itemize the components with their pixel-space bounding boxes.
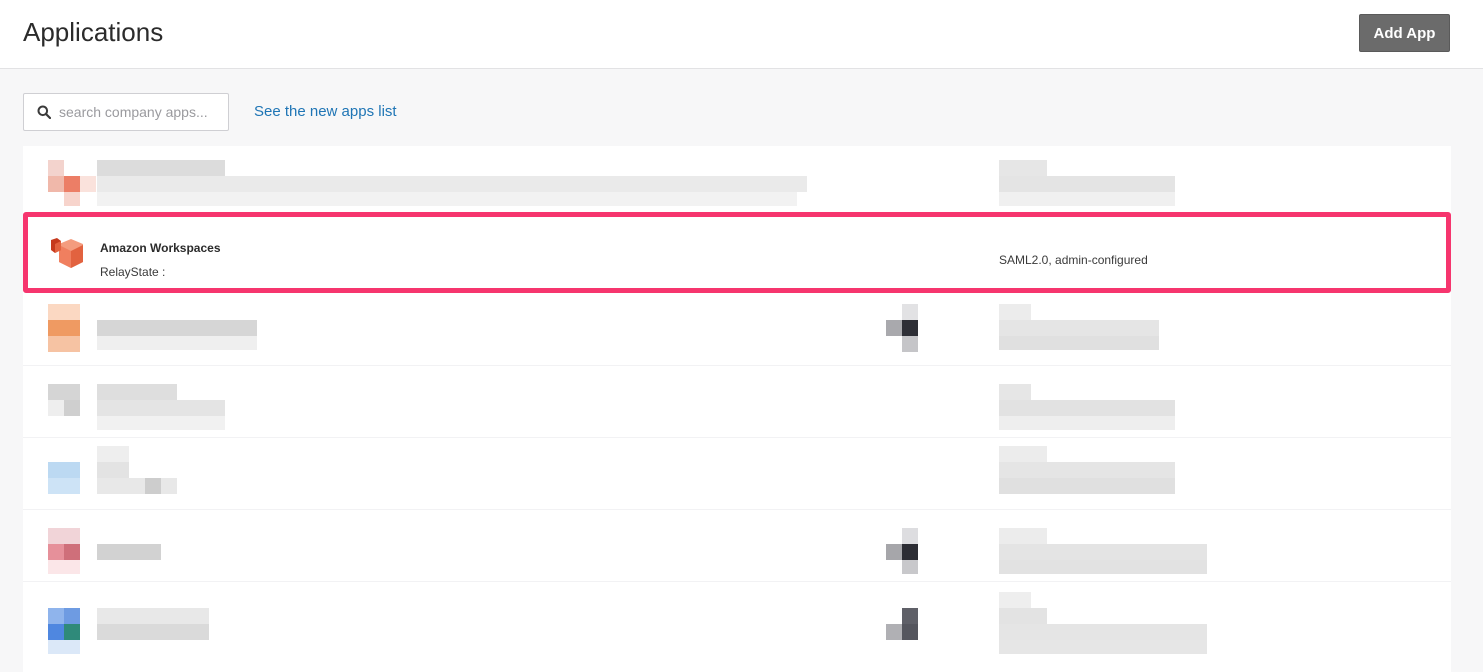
add-app-button[interactable]: Add App	[1359, 14, 1450, 52]
app-sign-on-type: SAML2.0, admin-configured	[999, 253, 1148, 267]
list-item[interactable]	[23, 582, 1451, 654]
search-input[interactable]	[59, 104, 219, 120]
search-box[interactable]	[23, 93, 229, 131]
search-icon	[37, 105, 51, 119]
page-title: Applications	[23, 17, 164, 47]
list-item[interactable]	[23, 146, 1451, 218]
page-header: Applications Add App	[0, 0, 1483, 69]
list-item[interactable]	[23, 438, 1451, 510]
amazon-workspaces-icon	[51, 238, 83, 268]
list-item[interactable]	[23, 294, 1451, 366]
list-item[interactable]	[23, 510, 1451, 582]
app-name: Amazon Workspaces	[100, 241, 221, 255]
new-apps-list-link[interactable]: See the new apps list	[254, 103, 397, 120]
list-item[interactable]	[23, 366, 1451, 438]
app-relaystate: RelayState :	[100, 265, 166, 279]
highlighted-app-row[interactable]: Amazon Workspaces RelayState : SAML2.0, …	[23, 212, 1451, 293]
